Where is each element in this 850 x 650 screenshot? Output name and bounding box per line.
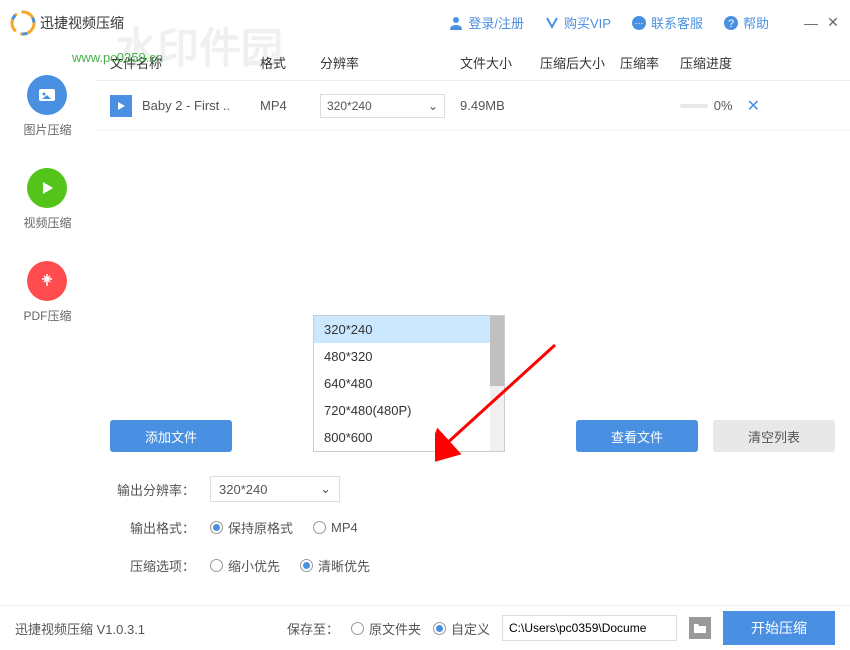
compress-option-clear[interactable]: 清晰优先 (300, 556, 370, 575)
app-logo-icon (10, 10, 36, 36)
dropdown-option[interactable]: 640*480 (314, 370, 504, 397)
progress-bar (680, 104, 708, 108)
col-header-format: 格式 (260, 53, 320, 72)
save-option-custom[interactable]: 自定义 (433, 619, 490, 638)
file-format: MP4 (260, 98, 320, 113)
dropdown-scrollbar[interactable] (490, 316, 504, 451)
play-file-icon (110, 95, 132, 117)
chevron-down-icon: ⌄ (320, 481, 331, 497)
login-label: 登录/注册 (468, 13, 524, 32)
vip-label: 购买VIP (564, 13, 611, 32)
save-option-original[interactable]: 原文件夹 (351, 619, 421, 638)
footer: 迅捷视频压缩 V1.0.3.1 保存至： 原文件夹 自定义 开始压缩 (0, 605, 850, 650)
col-header-rate: 压缩率 (620, 53, 680, 72)
resolution-select[interactable]: 320*240 ⌄ (320, 94, 445, 118)
video-icon (27, 168, 67, 208)
contact-label: 联系客服 (651, 13, 703, 32)
sidebar-item-pdf[interactable]: PDF压缩 (23, 261, 71, 324)
settings-panel: 输出分辨率： 320*240 ⌄ 输出格式： 保持原格式 MP4 (110, 470, 835, 584)
radio-icon (210, 559, 223, 572)
output-format-label: 输出格式： (110, 518, 195, 537)
view-file-button[interactable]: 查看文件 (576, 420, 698, 452)
radio-icon (210, 521, 223, 534)
help-icon: ? (723, 15, 739, 31)
progress-text: 0% (714, 98, 733, 113)
login-link[interactable]: 登录/注册 (448, 13, 524, 32)
compress-option-label: 压缩选项： (110, 556, 195, 575)
user-icon (448, 15, 464, 31)
dropdown-option[interactable]: 320*240 (314, 316, 504, 343)
dropdown-option[interactable]: 720*480(480P) (314, 397, 504, 424)
content-area: 文件名称 格式 分辨率 文件大小 压缩后大小 压缩率 压缩进度 Baby 2 -… (95, 45, 850, 605)
remove-row-button[interactable]: ✕ (747, 96, 760, 116)
dropdown-option[interactable]: 800*600 (314, 424, 504, 451)
table-row: Baby 2 - First .. MP4 320*240 ⌄ 9.49MB 0… (95, 81, 850, 131)
add-file-button[interactable]: 添加文件 (110, 420, 232, 452)
chat-icon: ⋯ (631, 15, 647, 31)
sidebar-item-label: 视频压缩 (23, 214, 71, 231)
contact-link[interactable]: ⋯ 联系客服 (631, 13, 703, 32)
sidebar: 图片压缩 视频压缩 PDF压缩 (0, 45, 95, 605)
format-option-mp4[interactable]: MP4 (313, 518, 358, 537)
format-option-original[interactable]: 保持原格式 (210, 518, 293, 537)
radio-icon (300, 559, 313, 572)
chevron-down-icon: ⌄ (428, 99, 438, 113)
sidebar-item-label: PDF压缩 (23, 307, 71, 324)
col-header-resolution: 分辨率 (320, 53, 460, 72)
dropdown-option[interactable]: 480*320 (314, 343, 504, 370)
col-header-size: 文件大小 (460, 53, 540, 72)
vip-icon (544, 15, 560, 31)
pdf-icon (27, 261, 67, 301)
close-button[interactable]: ✕ (826, 16, 840, 30)
col-header-progress: 压缩进度 (680, 53, 760, 72)
sidebar-item-video[interactable]: 视频压缩 (23, 168, 71, 231)
output-resolution-select[interactable]: 320*240 ⌄ (210, 476, 340, 502)
resolution-dropdown: 320*240 480*320 640*480 720*480(480P) 80… (313, 315, 505, 452)
app-title: 迅捷视频压缩 (40, 13, 124, 33)
file-size: 9.49MB (460, 98, 540, 113)
title-bar: 迅捷视频压缩 登录/注册 购买VIP ⋯ 联系客服 ? 帮助 — ✕ (0, 0, 850, 45)
image-icon (27, 75, 67, 115)
start-compress-button[interactable]: 开始压缩 (723, 611, 835, 645)
table-header: 文件名称 格式 分辨率 文件大小 压缩后大小 压缩率 压缩进度 (95, 45, 850, 81)
svg-text:⋯: ⋯ (634, 18, 643, 28)
sidebar-item-label: 图片压缩 (23, 121, 71, 138)
help-link[interactable]: ? 帮助 (723, 13, 769, 32)
sidebar-item-image[interactable]: 图片压缩 (23, 75, 71, 138)
save-path-input[interactable] (502, 615, 677, 641)
watermark-url: www.pc0359.cn (72, 50, 163, 65)
vip-link[interactable]: 购买VIP (544, 13, 611, 32)
save-to-label: 保存至： (287, 619, 339, 638)
col-header-after: 压缩后大小 (540, 53, 620, 72)
radio-icon (351, 622, 364, 635)
browse-folder-button[interactable] (689, 617, 711, 639)
file-name: Baby 2 - First .. (142, 98, 230, 113)
clear-list-button[interactable]: 清空列表 (713, 420, 835, 452)
svg-text:?: ? (728, 18, 734, 30)
help-label: 帮助 (743, 13, 769, 32)
minimize-button[interactable]: — (804, 16, 818, 30)
output-resolution-label: 输出分辨率： (110, 480, 195, 499)
radio-icon (313, 521, 326, 534)
radio-icon (433, 622, 446, 635)
version-text: 迅捷视频压缩 V1.0.3.1 (15, 619, 145, 638)
compress-option-small[interactable]: 缩小优先 (210, 556, 280, 575)
